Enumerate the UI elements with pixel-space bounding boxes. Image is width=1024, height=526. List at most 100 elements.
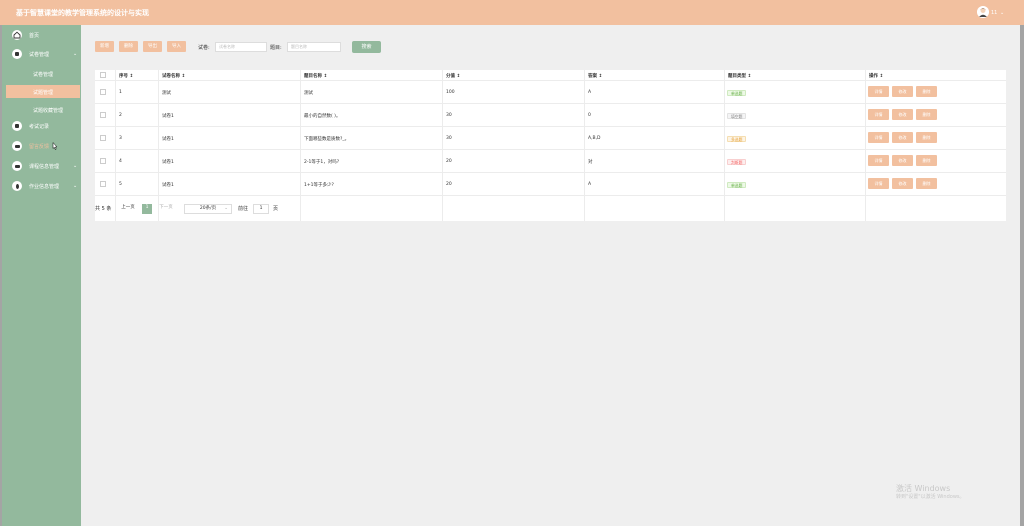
cell-question: 最小的自然数( )。 bbox=[304, 114, 341, 119]
column-header-index[interactable]: 序号 ↕ bbox=[119, 73, 133, 79]
cell-score: 20 bbox=[446, 159, 452, 164]
edit-button[interactable]: 修改 bbox=[892, 132, 913, 143]
cell-paper: 试卷1 bbox=[162, 160, 174, 165]
cell-answer: A bbox=[588, 90, 592, 95]
sidebar-subitem-label: 试题收藏管理 bbox=[33, 108, 64, 114]
cell-answer: 对 bbox=[588, 160, 593, 165]
row-checkbox[interactable] bbox=[100, 89, 106, 95]
cell-question: 2-1等于1，对吗? bbox=[304, 160, 340, 165]
detail-button[interactable]: 详情 bbox=[868, 155, 889, 166]
question-search-input[interactable]: 题目名称 bbox=[287, 42, 341, 52]
cell-question: 测试 bbox=[304, 91, 313, 96]
search-button[interactable]: 搜索 bbox=[352, 41, 381, 53]
record-icon bbox=[12, 121, 22, 131]
cell-paper: 试卷1 bbox=[162, 114, 174, 119]
sidebar-subitem-favorite[interactable]: 试题收藏管理 bbox=[6, 103, 80, 116]
detail-button[interactable]: 详情 bbox=[868, 132, 889, 143]
sidebar-item-home[interactable]: 首页 bbox=[6, 28, 81, 42]
next-page-button[interactable]: 下一页 bbox=[155, 204, 177, 214]
table-row: 5 试卷1 1+1等于多少? 20 A 单选题 详情 修改 删除 bbox=[95, 173, 1006, 196]
user-menu-chevron-icon[interactable]: ⌄ bbox=[1000, 10, 1004, 16]
goto-page-input[interactable]: 1 bbox=[253, 204, 269, 214]
row-checkbox[interactable] bbox=[100, 158, 106, 164]
question-filter-label: 题目: bbox=[270, 45, 282, 51]
column-header-type[interactable]: 题目类型 ↕ bbox=[728, 73, 751, 79]
sidebar: 首页 试卷管理 ⌄ 试卷管理 试题管理 试题收藏管理 考试记录 留言反馈 课程信… bbox=[2, 25, 81, 526]
detail-button[interactable]: 详情 bbox=[868, 109, 889, 120]
column-header-score[interactable]: 分值 ↕ bbox=[446, 73, 460, 79]
page-unit-label: 页 bbox=[273, 206, 279, 212]
table-row: 2 试卷1 最小的自然数( )。 30 0 填空题 详情 修改 删除 bbox=[95, 104, 1006, 127]
import-button[interactable]: 导入 bbox=[167, 41, 186, 52]
message-icon bbox=[12, 141, 22, 151]
column-header-paper[interactable]: 试卷名称 ↕ bbox=[162, 73, 185, 79]
total-count: 共 5 条 bbox=[95, 206, 112, 212]
user-avatar[interactable] bbox=[977, 6, 989, 18]
sidebar-item-paper-management[interactable]: 试卷管理 ⌄ bbox=[6, 47, 81, 61]
page-size-value: 20条/页 bbox=[199, 206, 217, 211]
sidebar-item-course-management[interactable]: 课程信息管理 ⌄ bbox=[6, 159, 81, 173]
sidebar-item-label: 课程信息管理 bbox=[29, 164, 60, 170]
detail-button[interactable]: 详情 bbox=[868, 86, 889, 97]
exam-filter-label: 试卷: bbox=[198, 45, 210, 51]
main-content: 新增 删除 导出 导入 试卷: 试卷名称 题目: 题目名称 搜索 序号 ↕ 试卷… bbox=[81, 25, 1020, 526]
sidebar-item-label: 作业信息管理 bbox=[29, 184, 60, 190]
windows-activation-watermark-subtitle: 转到"设置"以激活 Windows。 bbox=[896, 494, 965, 500]
column-header-actions[interactable]: 操作 ↕ bbox=[869, 73, 883, 79]
page-size-select[interactable]: 20条/页 ⌄ bbox=[184, 204, 232, 214]
exam-search-input[interactable]: 试卷名称 bbox=[215, 42, 267, 52]
user-name[interactable]: 11 bbox=[991, 10, 997, 16]
question-type-tag: 判断题 bbox=[727, 159, 747, 165]
sidebar-item-exam-record[interactable]: 考试记录 bbox=[6, 119, 81, 133]
row-delete-button[interactable]: 删除 bbox=[916, 86, 937, 97]
prev-page-button[interactable]: 上一页 bbox=[117, 204, 139, 214]
paper-icon bbox=[12, 49, 22, 59]
edit-button[interactable]: 修改 bbox=[892, 178, 913, 189]
cell-index: 2 bbox=[119, 113, 122, 118]
row-checkbox[interactable] bbox=[100, 135, 106, 141]
chevron-down-icon: ⌄ bbox=[73, 183, 78, 189]
cell-score: 20 bbox=[446, 182, 452, 187]
edit-button[interactable]: 修改 bbox=[892, 86, 913, 97]
cell-paper: 测试 bbox=[162, 91, 171, 96]
sidebar-item-label: 留言反馈 bbox=[29, 144, 50, 150]
cell-question: 下面哪些数是质数?_。 bbox=[304, 137, 350, 142]
chevron-down-icon: ⌄ bbox=[224, 206, 228, 211]
pagination: 共 5 条 上一页 1 下一页 20条/页 ⌄ 前往 1 页 bbox=[95, 204, 495, 214]
row-delete-button[interactable]: 删除 bbox=[916, 132, 937, 143]
cell-answer: A bbox=[588, 182, 592, 187]
row-delete-button[interactable]: 删除 bbox=[916, 155, 937, 166]
edit-button[interactable]: 修改 bbox=[892, 155, 913, 166]
delete-button[interactable]: 删除 bbox=[119, 41, 138, 52]
cell-question: 1+1等于多少? bbox=[304, 183, 334, 188]
sidebar-item-feedback[interactable]: 留言反馈 bbox=[6, 139, 81, 153]
app-title: 基于智慧课堂的教学管理系统的设计与实现 bbox=[16, 9, 149, 17]
table-row: 3 试卷1 下面哪些数是质数?_。 30 A,B,D 多选题 详情 修改 删除 bbox=[95, 127, 1006, 150]
row-checkbox[interactable] bbox=[100, 181, 106, 187]
column-header-question[interactable]: 题目名称 ↕ bbox=[304, 73, 327, 79]
sidebar-item-label: 试卷管理 bbox=[29, 52, 50, 58]
mouse-cursor-icon bbox=[52, 142, 58, 150]
cell-index: 4 bbox=[119, 159, 122, 164]
cell-index: 1 bbox=[119, 90, 122, 95]
edit-button[interactable]: 修改 bbox=[892, 109, 913, 120]
column-header-answer[interactable]: 答案 ↕ bbox=[588, 73, 602, 79]
sidebar-subitem-paper[interactable]: 试卷管理 bbox=[6, 67, 80, 80]
cell-score: 30 bbox=[446, 113, 452, 118]
sidebar-subitem-question[interactable]: 试题管理 bbox=[6, 85, 80, 98]
row-checkbox[interactable] bbox=[100, 112, 106, 118]
chevron-down-icon: ⌄ bbox=[73, 51, 78, 57]
add-button[interactable]: 新增 bbox=[95, 41, 114, 52]
select-all-checkbox[interactable] bbox=[100, 72, 106, 78]
sidebar-subitem-label: 试题管理 bbox=[33, 90, 54, 96]
export-button[interactable]: 导出 bbox=[143, 41, 162, 52]
row-delete-button[interactable]: 删除 bbox=[916, 178, 937, 189]
sidebar-item-label: 首页 bbox=[29, 33, 40, 39]
course-icon bbox=[12, 161, 22, 171]
detail-button[interactable]: 详情 bbox=[868, 178, 889, 189]
current-page[interactable]: 1 bbox=[142, 204, 152, 214]
top-header: 基于智慧课堂的教学管理系统的设计与实现 11 ⌄ bbox=[0, 0, 1024, 25]
sidebar-item-homework-management[interactable]: 作业信息管理 ⌄ bbox=[6, 179, 81, 193]
row-delete-button[interactable]: 删除 bbox=[916, 109, 937, 120]
question-type-tag: 单选题 bbox=[727, 182, 747, 188]
